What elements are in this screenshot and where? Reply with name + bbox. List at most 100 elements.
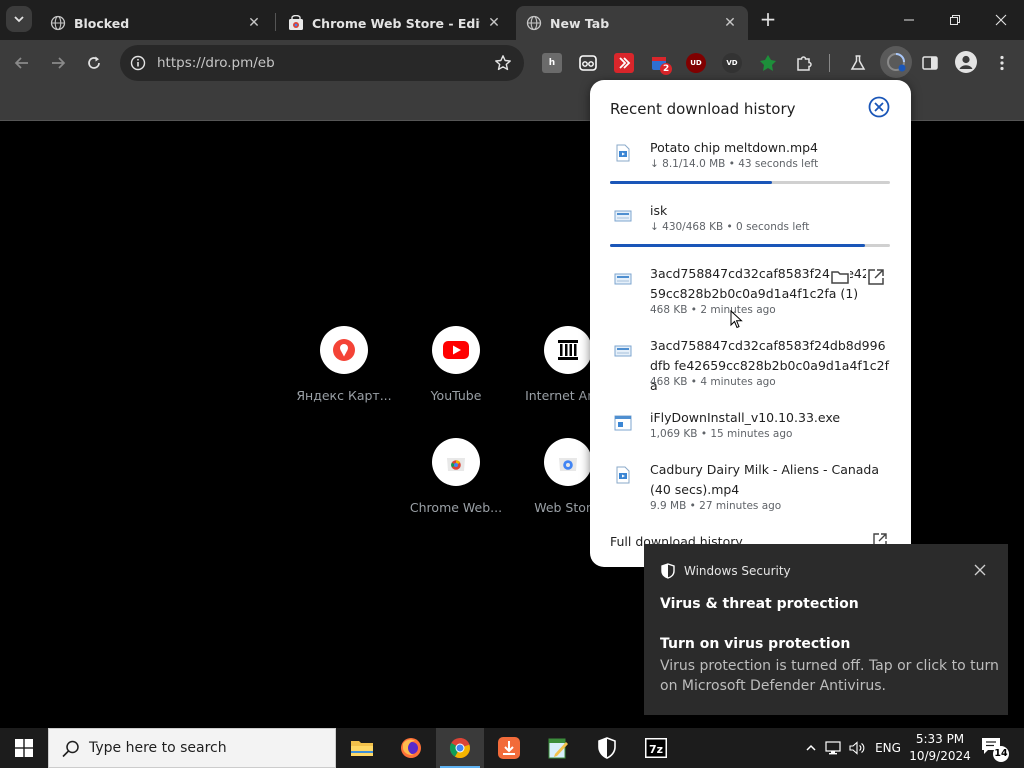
chrome-web-store-icon	[432, 438, 480, 486]
download-progress-bar	[610, 244, 890, 247]
video-file-icon	[616, 144, 630, 162]
extensions-puzzle-icon[interactable]	[794, 53, 814, 73]
file-name: iFlyDownInstall_v10.10.33.exe	[650, 410, 841, 425]
side-panel-icon[interactable]	[920, 53, 940, 73]
download-progress-icon	[887, 53, 906, 72]
search-icon	[62, 740, 79, 758]
windows-security-notification[interactable]: Windows Security Virus & threat protecti…	[644, 544, 1008, 715]
minimize-button[interactable]	[886, 0, 932, 40]
notification-count-badge: 14	[993, 746, 1009, 762]
minimize-icon	[904, 19, 914, 21]
7zip-icon: 7z	[645, 738, 667, 758]
close-icon[interactable]	[972, 562, 988, 578]
mouse-cursor-icon	[730, 310, 743, 329]
labs-flask-icon[interactable]	[848, 53, 868, 73]
download-item[interactable]: Cadbury Dairy Milk - Aliens - Canada (40…	[590, 460, 911, 520]
vd-extension-icon[interactable]: VD	[722, 53, 742, 73]
clock-time: 5:33 PM	[915, 732, 965, 746]
shortcut-chrome-web-store[interactable]: Chrome Web...	[400, 438, 512, 515]
taskbar-search-box[interactable]: Type here to search	[48, 728, 336, 768]
taskbar-download-app[interactable]	[485, 728, 533, 768]
tab-new-tab[interactable]: New Tab ✕	[516, 6, 748, 40]
folder-icon	[351, 741, 373, 756]
tab-web-store[interactable]: Chrome Web Store - Editors' Picks ✕	[278, 6, 512, 40]
restore-button[interactable]	[932, 0, 978, 40]
start-button[interactable]	[0, 728, 48, 768]
network-button[interactable]	[822, 728, 844, 768]
youtube-icon	[432, 326, 480, 374]
plus-icon: +	[759, 7, 777, 31]
restore-icon	[950, 15, 960, 25]
notification-center-button[interactable]: 14	[980, 736, 1009, 762]
file-name: Cadbury Dairy Milk - Aliens - Canada (40…	[650, 462, 880, 497]
notification-heading: Virus & threat protection	[660, 596, 859, 612]
file-meta: 9.9 MB • 27 minutes ago	[650, 500, 782, 512]
close-circle-icon[interactable]	[868, 96, 890, 118]
file-meta: 468 KB • 2 minutes ago	[650, 304, 776, 316]
close-icon[interactable]: ✕	[246, 15, 262, 31]
generic-file-icon	[614, 210, 632, 222]
arrow-right-icon	[52, 57, 66, 69]
toolbar-divider	[829, 54, 830, 72]
kebab-menu-icon[interactable]	[992, 53, 1012, 73]
file-name: isk	[650, 203, 668, 218]
close-icon[interactable]: ✕	[486, 15, 502, 31]
show-hidden-icons-button[interactable]	[800, 728, 822, 768]
h-extension-icon[interactable]: h	[542, 53, 562, 73]
map-pin-icon	[320, 326, 368, 374]
taskbar-windows-security[interactable]	[583, 728, 631, 768]
folder-icon[interactable]	[830, 267, 850, 287]
profile-avatar-icon[interactable]	[955, 51, 977, 73]
download-app-icon	[498, 737, 520, 759]
language-indicator[interactable]: ENG	[872, 728, 904, 768]
extension-badge: 2	[660, 63, 673, 75]
close-icon[interactable]: ✕	[722, 15, 738, 31]
tab-blocked[interactable]: Blocked ✕	[40, 6, 272, 40]
bookmark-star-icon[interactable]	[494, 54, 512, 72]
tab-divider	[275, 13, 276, 31]
ublock-extension-icon[interactable]: UD	[686, 53, 706, 73]
notification-body: Virus protection is turned off. Tap or c…	[660, 658, 999, 694]
taskbar-7zip[interactable]: 7z	[632, 728, 680, 768]
download-item[interactable]: isk ↓ 430/468 KB • 0 seconds left	[590, 201, 911, 251]
calendar-extension-icon[interactable]: 2	[650, 53, 673, 75]
download-item[interactable]: 3acd758847cd32caf8583f24d fe42659cc828b2…	[590, 264, 911, 324]
download-item[interactable]: iFlyDownInstall_v10.10.33.exe 1,069 KB •…	[590, 408, 911, 448]
back-button[interactable]	[10, 51, 34, 75]
arrow-left-icon	[14, 57, 28, 69]
shortcut-youtube[interactable]: YouTube	[400, 326, 512, 403]
site-info-icon[interactable]	[130, 55, 146, 71]
file-meta: ↓ 430/468 KB • 0 seconds left	[650, 221, 810, 233]
globe-icon	[50, 15, 66, 31]
red-extension-icon[interactable]	[614, 53, 634, 73]
system-clock[interactable]: 5:33 PM 10/9/2024	[908, 731, 972, 765]
globe-icon	[526, 15, 542, 31]
download-item[interactable]: 3acd758847cd32caf8583f24db8d996dfb fe426…	[590, 336, 911, 396]
video-file-icon	[616, 466, 630, 484]
clock-date: 10/9/2024	[909, 749, 971, 763]
file-meta: 468 KB • 4 minutes ago	[650, 376, 776, 388]
shortcut-yandex-maps[interactable]: Яндекс Карт...	[288, 326, 400, 403]
taskbar-notepad[interactable]	[534, 728, 582, 768]
volume-button[interactable]	[846, 728, 868, 768]
forward-button[interactable]	[46, 51, 70, 75]
svg-text:7z: 7z	[649, 743, 663, 756]
address-bar[interactable]: https://dro.pm/eb	[120, 45, 524, 81]
glasses-extension-icon[interactable]	[578, 53, 598, 73]
taskbar-file-explorer[interactable]	[338, 728, 386, 768]
close-window-button[interactable]	[978, 0, 1024, 40]
open-external-icon[interactable]	[866, 267, 886, 287]
taskbar-chrome[interactable]	[436, 728, 484, 768]
download-item[interactable]: Potato chip meltdown.mp4 ↓ 8.1/14.0 MB •…	[590, 138, 911, 188]
reload-icon	[88, 56, 100, 69]
generic-file-icon	[614, 273, 632, 285]
tab-search-button[interactable]	[6, 6, 32, 32]
notification-app-name: Windows Security	[684, 564, 791, 578]
new-tab-button[interactable]: +	[756, 8, 780, 32]
url-text[interactable]: https://dro.pm/eb	[157, 55, 275, 71]
green-extension-icon[interactable]	[758, 53, 778, 73]
notepad-icon	[548, 738, 568, 759]
reload-button[interactable]	[82, 51, 106, 75]
download-indicator-button[interactable]	[880, 46, 912, 78]
taskbar-firefox[interactable]	[387, 728, 435, 768]
